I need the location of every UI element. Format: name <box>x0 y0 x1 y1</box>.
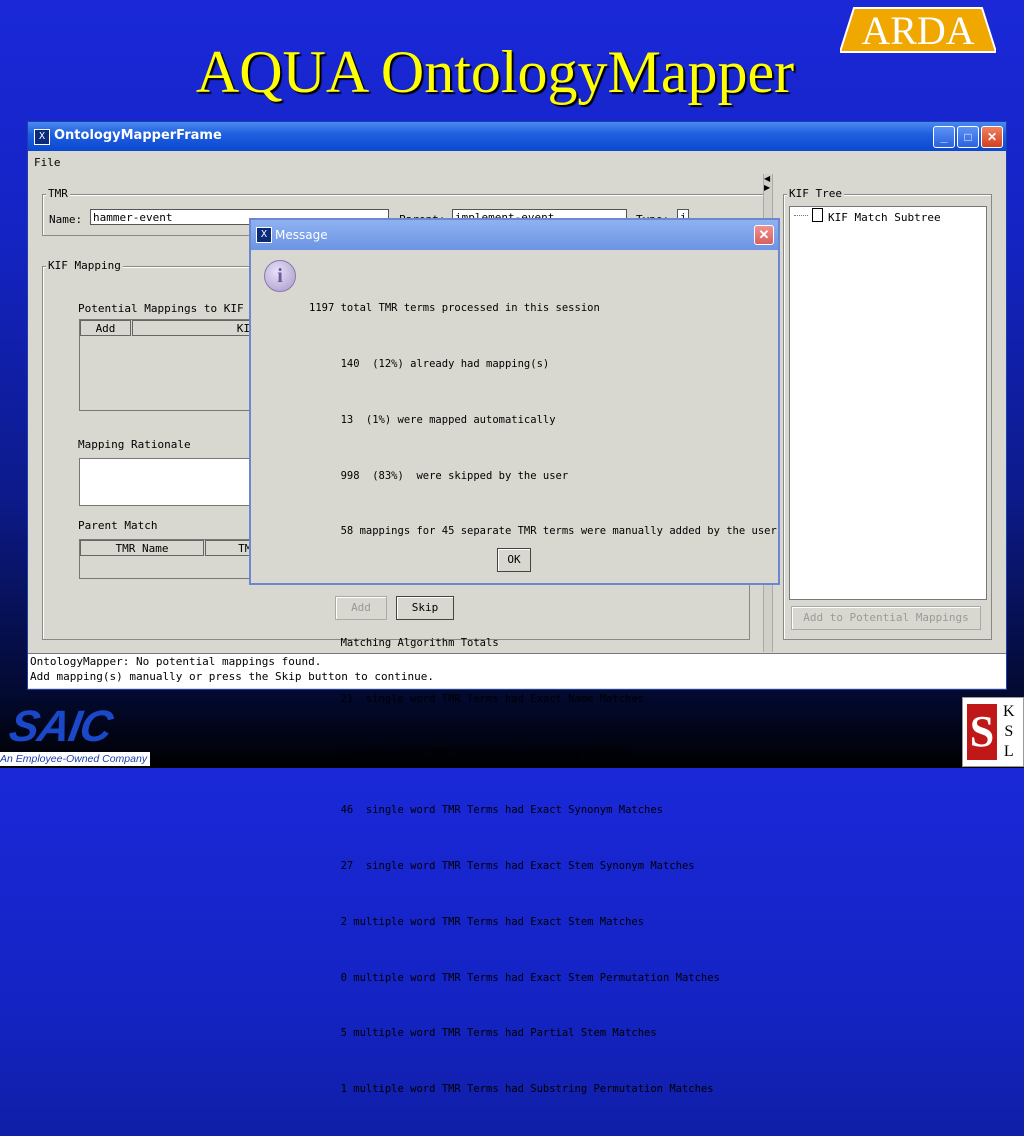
message-line: 1 multiple word TMR Terms had Substring … <box>309 1083 714 1096</box>
tree-line <box>794 215 808 216</box>
kif-tree-view[interactable] <box>789 206 987 600</box>
stanford-s-icon: S <box>967 704 997 760</box>
message-line: 0 multiple word TMR Terms had Exact Stem… <box>309 971 720 984</box>
parent-match-label: Parent Match <box>78 519 158 532</box>
kif-mapping-legend: KIF Mapping <box>46 259 123 272</box>
ksl-letter: S <box>1004 723 1014 740</box>
saic-logo-text: SAIC <box>5 702 116 751</box>
message-line: 2 multiple word TMR Terms had Exact Stem… <box>309 915 645 928</box>
tmr-legend: TMR <box>46 187 70 200</box>
column-kif[interactable]: KI <box>132 320 259 336</box>
message-line: 13 (1%) were mapped automatically <box>309 413 556 426</box>
dialog-message: 1197 total TMR terms processed in this s… <box>309 262 777 1136</box>
message-line: 140 (12%) already had mapping(s) <box>309 357 550 370</box>
message-line: 21 single word TMR Terms had Exact Name … <box>309 692 645 705</box>
add-to-potential-mappings-button[interactable]: Add to Potential Mappings <box>791 606 981 630</box>
message-line: Matching Algorithm Totals <box>309 636 499 649</box>
splitter-arrows[interactable]: ◀ ▶ <box>764 174 770 192</box>
message-dialog: X Message ✕ i 1197 total TMR terms proce… <box>249 218 780 1095</box>
window-title: OntologyMapperFrame <box>54 128 222 143</box>
ksl-letter: L <box>1003 743 1014 760</box>
maximize-icon[interactable]: □ <box>957 126 979 148</box>
saic-logo: SAIC An Employee-Owned Company <box>0 702 150 768</box>
close-icon[interactable]: ✕ <box>981 126 1003 148</box>
app-icon: X <box>34 129 50 145</box>
ksl-logo: S K S L <box>962 697 1024 767</box>
window-titlebar[interactable]: X OntologyMapperFrame _ □ ✕ <box>28 122 1006 151</box>
saic-tagline: An Employee-Owned Company <box>0 752 150 766</box>
message-line <box>309 578 777 597</box>
message-line: 1197 total TMR terms processed in this s… <box>309 302 600 315</box>
mapping-rationale-text[interactable] <box>79 458 261 506</box>
message-line: 58 mappings for 45 separate TMR terms we… <box>309 525 777 538</box>
message-line: 46 single word TMR Terms had Exact Synon… <box>309 804 664 817</box>
column-add[interactable]: Add <box>80 320 131 336</box>
ok-button[interactable]: OK <box>497 548 531 572</box>
ksl-letters: K S L <box>1003 702 1015 762</box>
message-line: 5 multiple word TMR Terms had Partial St… <box>309 1027 657 1040</box>
kif-tree-legend: KIF Tree <box>787 187 844 200</box>
dialog-app-icon: X <box>256 227 272 243</box>
arda-logo: ARDA <box>840 6 996 54</box>
message-line: 2 single word TMR Terms had Exact Stem M… <box>309 748 632 761</box>
tmr-name-label: Name: <box>49 213 83 226</box>
dialog-close-icon[interactable]: ✕ <box>754 225 774 245</box>
dialog-titlebar[interactable]: X Message ✕ <box>251 220 778 250</box>
message-line: 998 (83%) were skipped by the user <box>309 469 569 482</box>
column-tmr-name[interactable]: TMR Name <box>80 540 204 556</box>
message-line: 27 single word TMR Terms had Exact Stem … <box>309 860 695 872</box>
kif-tree-root[interactable]: KIF Match Subtree <box>828 211 941 224</box>
info-icon: i <box>264 260 296 292</box>
potential-mappings-label: Potential Mappings to KIF <box>78 302 244 315</box>
menu-file[interactable]: File <box>34 156 61 169</box>
mapping-rationale-label: Mapping Rationale <box>78 438 191 451</box>
minimize-icon[interactable]: _ <box>933 126 955 148</box>
dialog-title: Message <box>275 228 328 242</box>
arda-logo-text: ARDA <box>861 8 975 53</box>
document-icon <box>812 208 823 222</box>
ksl-letter: K <box>1003 703 1015 720</box>
